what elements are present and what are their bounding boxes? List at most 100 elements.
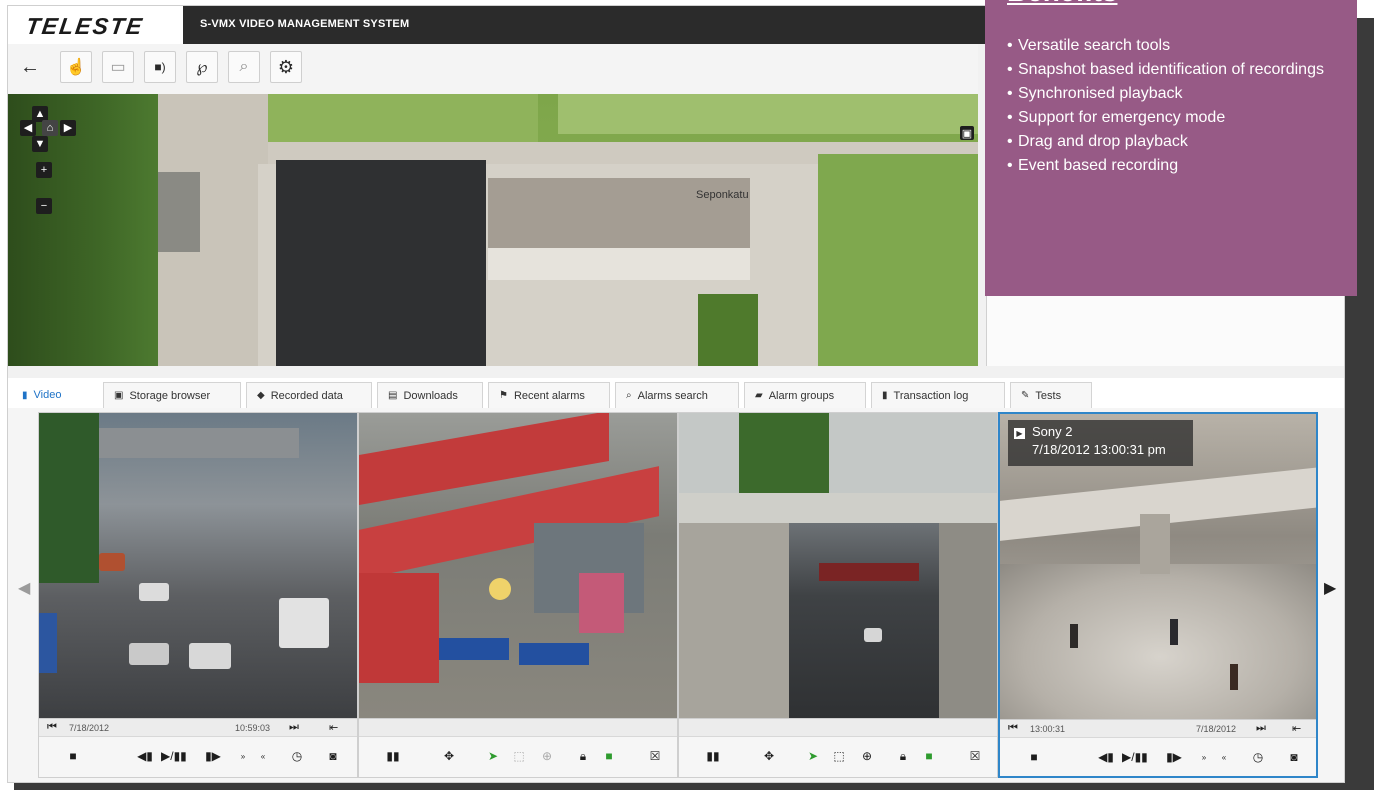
- tab-bar: ▮ Video ▣ Storage browser ◆ Recorded data ▤…: [8, 378, 1344, 409]
- center-icon[interactable]: ⊕: [857, 745, 877, 767]
- skip-start-icon[interactable]: ⏮: [47, 721, 57, 734]
- range-icon[interactable]: ⇤: [1292, 722, 1301, 735]
- play-pause-icon[interactable]: ▶/▮▮: [1122, 746, 1148, 768]
- pan-tool-button[interactable]: ☝: [60, 51, 92, 83]
- search-icon: ⌕: [626, 390, 632, 401]
- video-icon: ▮: [22, 389, 28, 401]
- map-pan-left-icon[interactable]: ◀: [20, 120, 36, 136]
- select-region-icon[interactable]: ⬚: [829, 745, 849, 767]
- select-region-icon[interactable]: ⬚: [509, 745, 529, 767]
- zoom-region-button[interactable]: ⌕: [228, 51, 260, 83]
- camera-view-stairs: ▶ Sony 2 7/18/2012 13:00:31 pm: [1000, 414, 1316, 719]
- benefits-box: Benefits Versatile search tools Snapshot…: [985, 0, 1357, 296]
- step-forward-icon[interactable]: ▮▶: [203, 745, 223, 767]
- lasso-tool-button[interactable]: ℘: [186, 51, 218, 83]
- lock-icon[interactable]: 🔒︎: [893, 745, 913, 767]
- speed-up-icon[interactable]: »: [1194, 746, 1214, 768]
- clock-icon[interactable]: ◷: [1248, 746, 1268, 768]
- previous-page-icon[interactable]: ◀: [18, 578, 30, 598]
- pointer-icon[interactable]: ➤: [483, 745, 503, 767]
- skip-end-icon[interactable]: ⏭: [1256, 722, 1266, 735]
- pause-icon[interactable]: ▮▮: [703, 745, 723, 767]
- step-back-icon[interactable]: ◀▮: [1096, 746, 1116, 768]
- range-icon[interactable]: ⇤: [329, 721, 338, 734]
- close-tile-icon[interactable]: ☒: [645, 745, 665, 767]
- tab-label: Alarms search: [637, 389, 708, 402]
- building-roof: [276, 160, 486, 366]
- camera-tile-selected[interactable]: ▶ Sony 2 7/18/2012 13:00:31 pm ⏮ 13:00:3…: [998, 412, 1318, 778]
- camera-timeline[interactable]: ⏮ 13:00:31 7/18/2012 ⏭ ⇤: [1000, 719, 1316, 738]
- record-camera-icon[interactable]: ■: [1024, 746, 1044, 768]
- step-back-icon[interactable]: ◀▮: [135, 745, 155, 767]
- benefits-title: Benefits: [1007, 0, 1117, 8]
- skip-start-icon[interactable]: ⏮: [1008, 722, 1018, 735]
- rectangle-tool-button[interactable]: ▭: [102, 51, 134, 83]
- tab-recorded-data[interactable]: ◆ Recorded data: [246, 382, 372, 408]
- play-pause-icon[interactable]: ▶/▮▮: [161, 745, 187, 767]
- center-icon[interactable]: ⊕: [537, 745, 557, 767]
- camera-sound-icon: ■): [154, 60, 166, 74]
- camera-tile[interactable]: ⏮ 7/18/2012 10:59:03 ⏭ ⇤ ■ ◀▮ ▶/▮▮ ▮▶ » …: [38, 412, 358, 778]
- speed-down-icon[interactable]: «: [253, 745, 273, 767]
- zoom-in-button[interactable]: +: [36, 162, 52, 178]
- storage-icon: ▣: [114, 390, 124, 401]
- tree-cluster: [698, 294, 758, 366]
- zoom-out-button[interactable]: −: [36, 198, 52, 214]
- tab-alarms-search[interactable]: ⌕ Alarms search: [615, 382, 739, 408]
- move-icon[interactable]: ✥: [439, 745, 459, 767]
- timeline-start-time: 13:00:31: [1030, 724, 1066, 734]
- tab-label: Tests: [1035, 389, 1062, 402]
- tab-storage-browser[interactable]: ▣ Storage browser: [103, 382, 241, 408]
- camera-tile[interactable]: ▮▮ ✥ ➤ ⬚ ⊕ 🔒︎ ■ ☒: [358, 412, 678, 778]
- skip-end-icon[interactable]: ⏭: [289, 721, 299, 734]
- settings-button[interactable]: ⚙: [270, 51, 302, 83]
- camera-tool-button[interactable]: ■): [144, 51, 176, 83]
- map-layers-icon[interactable]: ▣: [960, 126, 974, 140]
- map-pan-right-icon[interactable]: ▶: [60, 120, 76, 136]
- camera-icon: ▶: [1014, 428, 1025, 439]
- unlock-icon[interactable]: ■: [919, 745, 939, 767]
- camera-timeline[interactable]: ⏮ 7/18/2012 10:59:03 ⏭ ⇤: [39, 718, 357, 737]
- camera-timestamp: 7/18/2012 13:00:31 pm: [1032, 442, 1166, 457]
- tab-label: Transaction log: [893, 389, 969, 402]
- tab-label: Recent alarms: [513, 389, 585, 402]
- tab-label: Video: [33, 389, 62, 401]
- pointer-icon[interactable]: ➤: [803, 745, 823, 767]
- camera-view-street: [39, 413, 357, 718]
- unlock-icon[interactable]: ■: [599, 745, 619, 767]
- move-icon[interactable]: ✥: [759, 745, 779, 767]
- tab-label: Storage browser: [129, 389, 211, 402]
- playback-controls: ■ ◀▮ ▶/▮▮ ▮▶ » « ◷ ◙: [39, 736, 357, 777]
- camera-timeline[interactable]: [359, 718, 677, 737]
- camera-tile[interactable]: ▮▮ ✥ ➤ ⬚ ⊕ 🔒︎ ■ ☒: [678, 412, 998, 778]
- snapshot-icon[interactable]: ◙: [1284, 746, 1304, 768]
- lock-icon[interactable]: 🔒︎: [573, 745, 593, 767]
- tab-recent-alarms[interactable]: ⚑ Recent alarms: [488, 382, 610, 408]
- aerial-map[interactable]: Seponkatu ▲ ◀ ⌂ ▶ ▼ + − ▣: [8, 94, 978, 366]
- back-arrow-icon: ←: [20, 55, 40, 78]
- camera-timeline[interactable]: [679, 718, 997, 737]
- next-page-icon[interactable]: ▶: [1324, 578, 1336, 598]
- tab-label: Alarm groups: [768, 389, 835, 402]
- speed-down-icon[interactable]: «: [1214, 746, 1234, 768]
- tab-video[interactable]: ▮ Video: [12, 382, 96, 408]
- camera-name: Sony 2: [1032, 424, 1073, 439]
- clock-icon[interactable]: ◷: [287, 745, 307, 767]
- hand-pan-icon: ☝: [66, 59, 86, 76]
- map-pan-down-icon[interactable]: ▼: [32, 136, 48, 152]
- close-tile-icon[interactable]: ☒: [965, 745, 985, 767]
- map-home-icon[interactable]: ⌂: [42, 120, 58, 136]
- speed-up-icon[interactable]: »: [233, 745, 253, 767]
- step-forward-icon[interactable]: ▮▶: [1164, 746, 1184, 768]
- snapshot-icon[interactable]: ◙: [323, 745, 343, 767]
- tab-downloads[interactable]: ▤ Downloads: [377, 382, 483, 408]
- tab-tests[interactable]: ✎ Tests: [1010, 382, 1092, 408]
- pause-icon[interactable]: ▮▮: [383, 745, 403, 767]
- road-label: Seponkatu: [696, 189, 749, 201]
- back-button[interactable]: ←: [14, 51, 46, 83]
- video-grid: ◀ ⏮ 7/18/2012 10:59:03 ⏭ ⇤ ■ ◀▮ ▶/▮▮ ▮▶ …: [8, 408, 1344, 782]
- benefit-item: Drag and drop playback: [1007, 130, 1324, 154]
- tab-transaction-log[interactable]: ▮ Transaction log: [871, 382, 1005, 408]
- tab-alarm-groups[interactable]: ▰ Alarm groups: [744, 382, 866, 408]
- record-camera-icon[interactable]: ■: [63, 745, 83, 767]
